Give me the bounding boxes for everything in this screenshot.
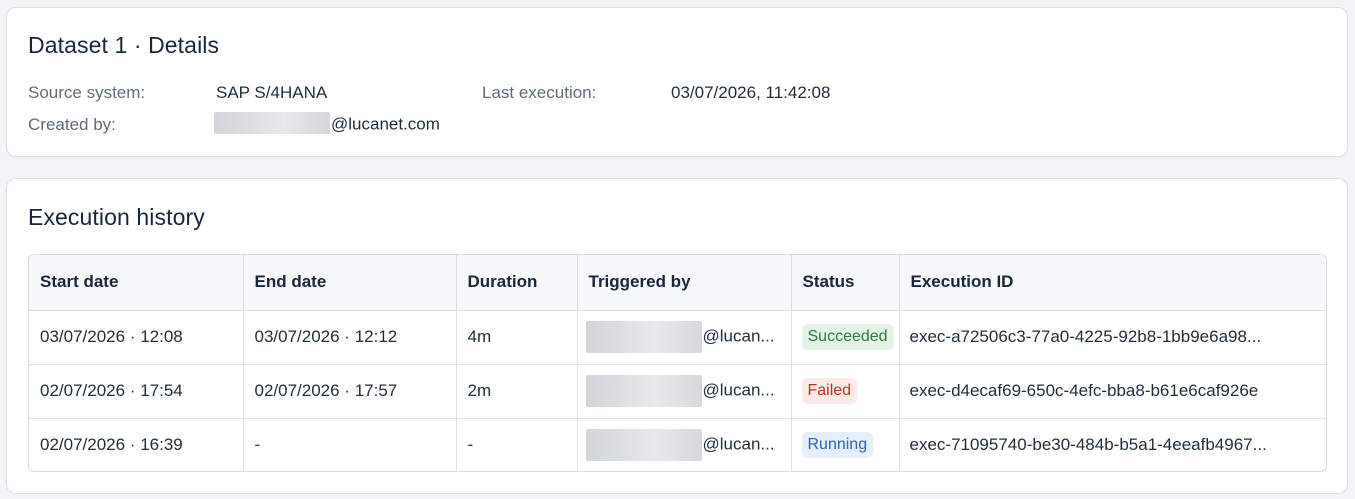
execution-history-card: Execution history Start date End date Du… bbox=[6, 178, 1348, 494]
start-date-cell: 02/07/2026 · 17:54 bbox=[29, 364, 244, 419]
details-title: Dataset 1 · Details bbox=[28, 32, 220, 58]
redacted-username bbox=[585, 375, 702, 407]
end-date-cell: 02/07/2026 · 17:57 bbox=[243, 364, 457, 419]
status-cell: Running bbox=[791, 418, 900, 471]
triggered-by-cell: @lucan... bbox=[577, 418, 792, 471]
col-header-execution-id[interactable]: Execution ID bbox=[899, 255, 1326, 311]
status-badge: Succeeded bbox=[801, 324, 894, 350]
end-date-cell: 03/07/2026 · 12:12 bbox=[243, 310, 457, 365]
source-system-label: Source system: bbox=[28, 83, 146, 102]
col-header-status[interactable]: Status bbox=[791, 255, 900, 311]
status-cell: Failed bbox=[791, 364, 900, 419]
start-date-cell: 03/07/2026 · 12:08 bbox=[29, 310, 244, 365]
execution-history-table: Start date End date Duration Triggered b… bbox=[28, 254, 1327, 472]
triggered-by-cell: @lucan... bbox=[577, 364, 792, 419]
table-row[interactable]: 02/07/2026 · 16:39 - - @lucan... Running… bbox=[29, 418, 1326, 471]
table-row[interactable]: 03/07/2026 · 12:08 03/07/2026 · 12:12 4m… bbox=[29, 310, 1326, 365]
status-cell: Succeeded bbox=[791, 310, 900, 365]
last-execution-label: Last execution: bbox=[482, 83, 597, 102]
duration-cell: 4m bbox=[456, 310, 578, 365]
created-by-domain: @lucanet.com bbox=[331, 114, 440, 134]
col-header-end-date[interactable]: End date bbox=[243, 255, 457, 311]
col-header-start-date[interactable]: Start date bbox=[29, 255, 244, 311]
redacted-username bbox=[585, 429, 702, 462]
table-row[interactable]: 02/07/2026 · 17:54 02/07/2026 · 17:57 2m… bbox=[29, 364, 1326, 419]
end-date-cell: - bbox=[243, 418, 457, 471]
triggered-by-domain: @lucan... bbox=[702, 434, 775, 454]
triggered-by-cell: @lucan... bbox=[577, 310, 792, 365]
dataset-details-card: Dataset 1 · Details Source system: SAP S… bbox=[6, 7, 1348, 157]
execution-id-cell: exec-a72506c3-77a0-4225-92b8-1bb9e6a98..… bbox=[899, 310, 1326, 365]
redacted-username bbox=[214, 112, 330, 134]
created-by-value: @lucanet.com bbox=[214, 112, 440, 136]
duration-cell: - bbox=[456, 418, 578, 471]
col-header-duration[interactable]: Duration bbox=[456, 255, 578, 311]
status-badge: Failed bbox=[801, 378, 858, 404]
history-title: Execution history bbox=[28, 204, 205, 230]
created-by-label: Created by: bbox=[28, 115, 116, 134]
redacted-username bbox=[585, 321, 702, 353]
triggered-by-domain: @lucan... bbox=[702, 326, 775, 346]
execution-id-cell: exec-d4ecaf69-650c-4efc-bba8-b61e6caf926… bbox=[899, 364, 1326, 419]
triggered-by-domain: @lucan... bbox=[702, 380, 775, 400]
source-system-value: SAP S/4HANA bbox=[216, 83, 328, 102]
execution-id-cell: exec-71095740-be30-484b-b5a1-4eeafb4967.… bbox=[909, 435, 1267, 455]
start-date-cell: 02/07/2026 · 16:39 bbox=[29, 418, 244, 471]
col-header-triggered-by[interactable]: Triggered by bbox=[577, 255, 792, 311]
duration-cell: 2m bbox=[456, 364, 578, 419]
last-execution-value: 03/07/2026, 11:42:08 bbox=[671, 83, 831, 102]
status-badge: Running bbox=[801, 432, 874, 459]
table-header-row: Start date End date Duration Triggered b… bbox=[29, 255, 1326, 311]
